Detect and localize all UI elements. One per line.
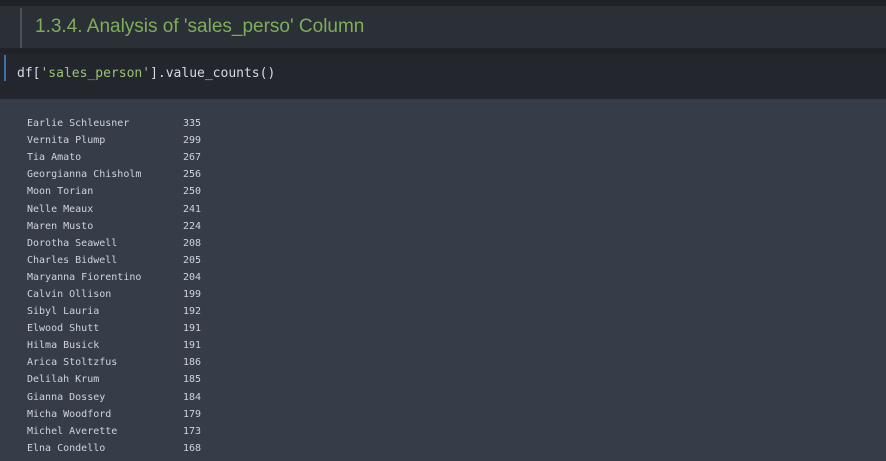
sales-person-count: 205 bbox=[183, 254, 202, 266]
markdown-cell-border bbox=[20, 8, 22, 48]
output-row: Sibyl Lauria 192 bbox=[27, 303, 201, 320]
output-row: Maren Musto 224 bbox=[27, 218, 201, 235]
sales-person-count: 191 bbox=[183, 323, 202, 335]
sales-person-name: Moon Torian bbox=[27, 186, 94, 198]
sales-person-name: Georgianna Chisholm bbox=[27, 169, 142, 181]
sales-person-name: Arica Stoltzfus bbox=[27, 357, 118, 369]
sales-person-name: Gianna Dossey bbox=[27, 391, 106, 403]
markdown-cell[interactable]: 1.3.4. Analysis of 'sales_perso' Column bbox=[0, 6, 886, 48]
sales-person-name: Vernita Plump bbox=[27, 135, 106, 147]
sales-person-count: 173 bbox=[183, 425, 202, 437]
output-row: Gianna Dossey 184 bbox=[27, 389, 201, 406]
sales-person-count: 179 bbox=[183, 408, 202, 420]
output-row: Delilah Krum 185 bbox=[27, 371, 201, 388]
sales-person-name: Earlie Schleusner bbox=[27, 118, 130, 130]
code-string-literal: 'sales_person' bbox=[40, 66, 151, 81]
active-cell-indicator bbox=[4, 55, 6, 81]
sales-person-count: 186 bbox=[183, 357, 202, 369]
output-row: Micha Woodford 179 bbox=[27, 406, 201, 423]
sales-person-count: 185 bbox=[183, 374, 202, 386]
output-row: Arica Stoltzfus 186 bbox=[27, 354, 201, 371]
sales-person-name: Maren Musto bbox=[27, 220, 94, 232]
sales-person-name: Hilma Busick bbox=[27, 340, 100, 352]
sales-person-name: Maryanna Fiorentino bbox=[27, 271, 142, 283]
sales-person-count: 299 bbox=[183, 135, 202, 147]
sales-person-count: 192 bbox=[183, 306, 202, 318]
sales-person-count: 184 bbox=[183, 391, 202, 403]
cell-output: Earlie Schleusner 335 Vernita Plump 299 Tia … bbox=[0, 99, 886, 461]
sales-person-name: Elna Condello bbox=[27, 442, 106, 454]
sales-person-count: 204 bbox=[183, 271, 202, 283]
output-row: Dorotha Seawell 208 bbox=[27, 235, 201, 252]
sales-person-name: Delilah Krum bbox=[27, 374, 100, 386]
output-row: Charles Bidwell 205 bbox=[27, 252, 201, 269]
output-row: Nelle Meaux 241 bbox=[27, 200, 201, 217]
sales-person-count: 256 bbox=[183, 169, 202, 181]
output-row: Calvin Ollison 199 bbox=[27, 286, 201, 303]
sales-person-count: 335 bbox=[183, 118, 202, 130]
output-row: Tia Amato 267 bbox=[27, 149, 201, 166]
sales-person-name: Calvin Ollison bbox=[27, 288, 112, 300]
notebook-page: 1.3.4. Analysis of 'sales_perso' Column … bbox=[0, 0, 886, 461]
sales-person-count: 224 bbox=[183, 220, 202, 232]
output-row: Vernita Plump 299 bbox=[27, 132, 201, 149]
code-cell[interactable]: df['sales_person'].value_counts() bbox=[0, 53, 886, 99]
section-heading: 1.3.4. Analysis of 'sales_perso' Column bbox=[35, 16, 365, 37]
sales-person-count: 208 bbox=[183, 237, 202, 249]
sales-person-count: 168 bbox=[183, 442, 202, 454]
output-row: Earlie Schleusner 335 bbox=[27, 115, 201, 132]
sales-person-name: Michel Averette bbox=[27, 425, 118, 437]
output-row: Moon Torian 250 bbox=[27, 183, 201, 200]
sales-person-count: 267 bbox=[183, 152, 202, 164]
code-prefix: df[ bbox=[17, 66, 41, 81]
sales-person-name: Micha Woodford bbox=[27, 408, 112, 420]
sales-person-name: Charles Bidwell bbox=[27, 254, 118, 266]
output-row: Elna Condello 168 bbox=[27, 440, 201, 457]
sales-person-name: Nelle Meaux bbox=[27, 203, 94, 215]
sales-person-name: Tia Amato bbox=[27, 152, 82, 164]
output-row: Elwood Shutt 191 bbox=[27, 320, 201, 337]
sales-person-name: Sibyl Lauria bbox=[27, 306, 100, 318]
sales-person-count: 199 bbox=[183, 288, 202, 300]
output-row: Georgianna Chisholm 256 bbox=[27, 166, 201, 183]
output-row: Hilma Busick 191 bbox=[27, 337, 201, 354]
sales-person-count: 191 bbox=[183, 340, 202, 352]
output-row: Michel Averette 173 bbox=[27, 423, 201, 440]
code-suffix: ].value_counts() bbox=[150, 66, 276, 81]
sales-person-name: Dorotha Seawell bbox=[27, 237, 118, 249]
sales-person-count: 241 bbox=[183, 203, 202, 215]
sales-person-count: 250 bbox=[183, 186, 202, 198]
code-input[interactable]: df['sales_person'].value_counts() bbox=[17, 66, 275, 81]
output-row: Maryanna Fiorentino 204 bbox=[27, 269, 201, 286]
value-counts-output: Earlie Schleusner 335 Vernita Plump 299 Tia … bbox=[27, 115, 201, 457]
sales-person-name: Elwood Shutt bbox=[27, 323, 100, 335]
